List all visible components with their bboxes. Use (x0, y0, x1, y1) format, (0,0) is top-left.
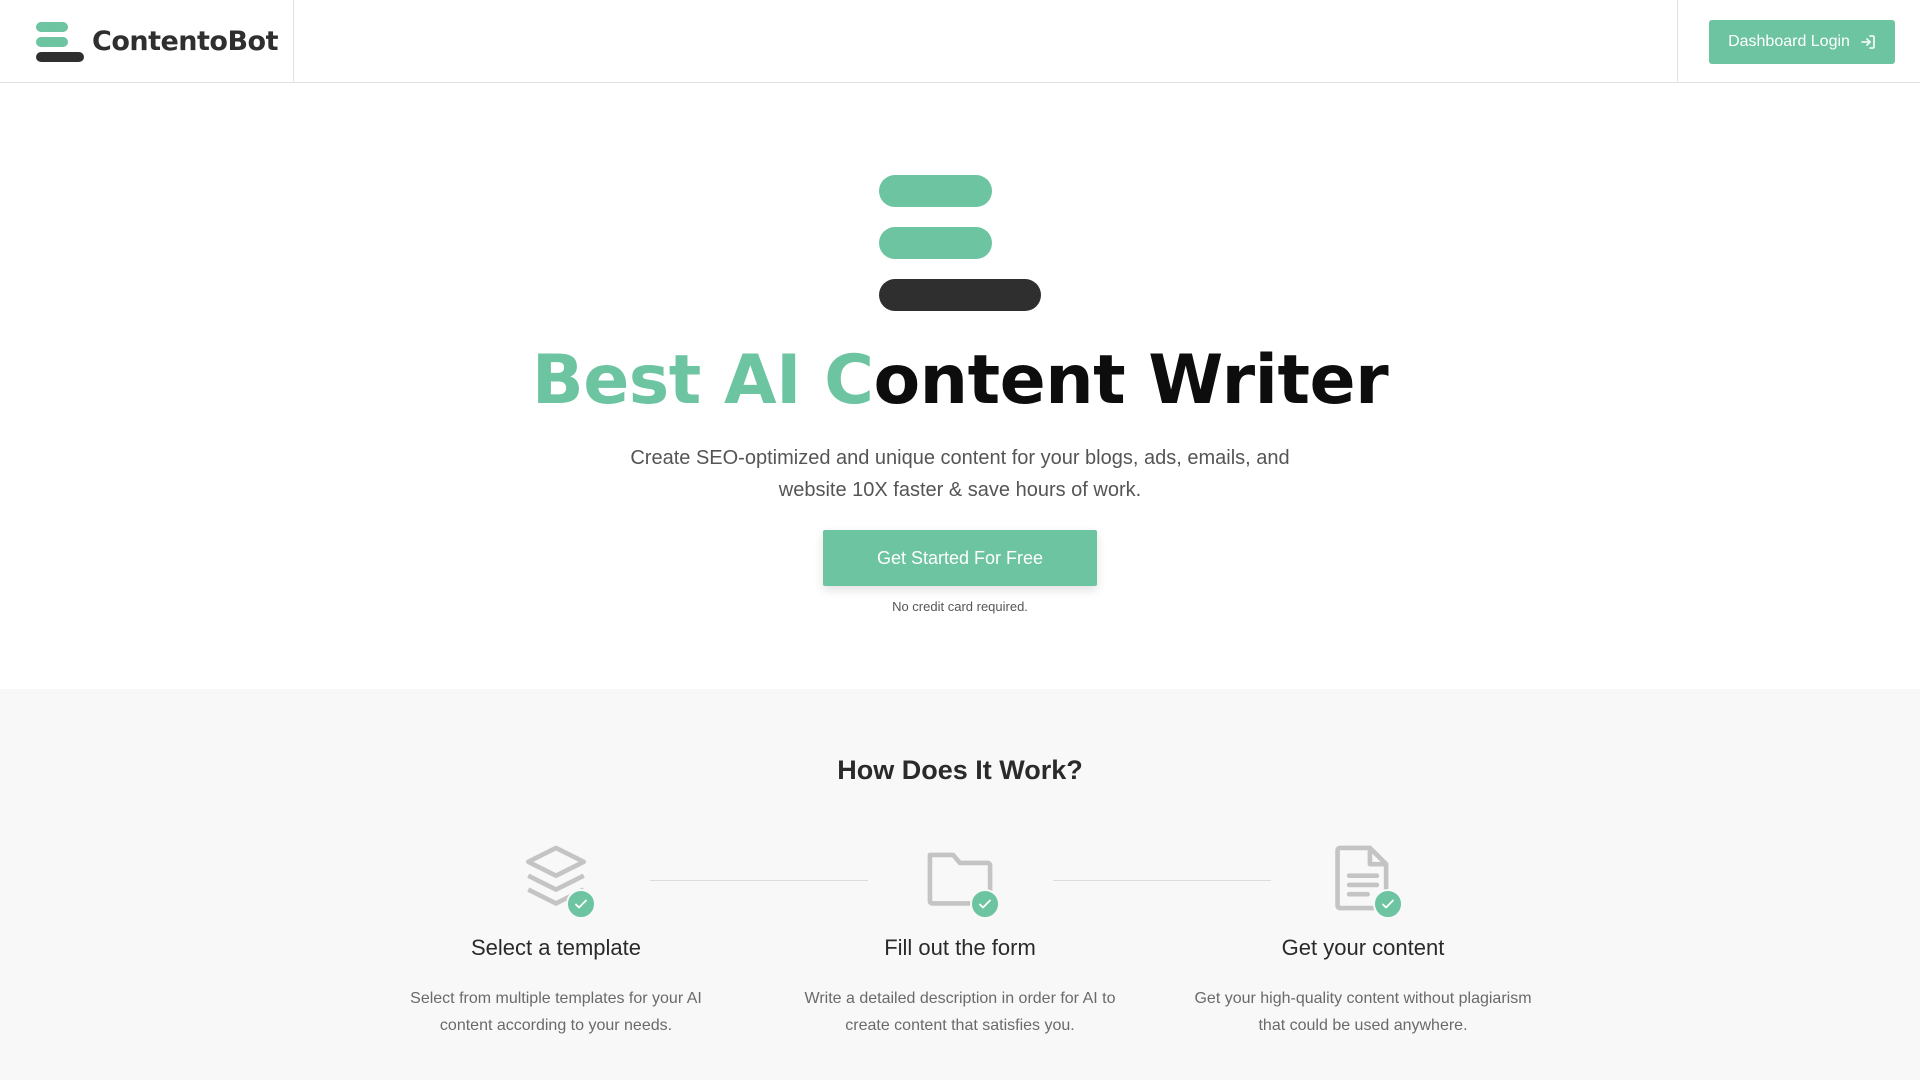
hero-logo-icon (879, 175, 1041, 311)
step-title: Fill out the form (884, 935, 1036, 960)
subtitle-line-2: website 10X faster & save hours of work. (778, 479, 1142, 501)
step-desc-line: that could be used anywhere. (1258, 1017, 1468, 1034)
dashboard-login-label: Dashboard Login (1728, 32, 1850, 50)
top-navbar: ContentoBot Dashboard Login (0, 0, 1920, 83)
get-started-button[interactable]: Get Started For Free (823, 530, 1097, 586)
step-get-content: Get your content Get your high-quality c… (1173, 841, 1553, 1039)
hero-headline: Best AI Content Writer (0, 340, 1920, 422)
no-credit-card-note: No credit card required. (892, 599, 1028, 614)
step-desc-line: create content that satisfies you. (845, 1017, 1075, 1034)
headline-accent: Best AI C (531, 341, 874, 420)
dashboard-login-button[interactable]: Dashboard Login (1709, 19, 1895, 64)
check-icon (566, 889, 596, 919)
step-title: Get your content (1281, 935, 1445, 960)
brand-logo-icon (34, 20, 86, 64)
hero-subtitle: Create SEO-optimized and unique content … (610, 442, 1310, 506)
step-desc-line: content according to your needs. (439, 1017, 673, 1034)
check-icon (1373, 889, 1403, 919)
document-icon (1323, 841, 1403, 921)
step-title: Select a template (471, 935, 641, 960)
how-it-works-title: How Does It Work? (837, 755, 1083, 785)
step-fill-form: Fill out the form Write a detailed descr… (770, 841, 1150, 1039)
nav-actions: Dashboard Login (1677, 0, 1920, 83)
brand[interactable]: ContentoBot (0, 0, 294, 83)
folder-icon (920, 841, 1000, 921)
sign-in-icon (1861, 34, 1875, 49)
subtitle-line-1: Create SEO-optimized and unique content … (630, 447, 1290, 469)
step-select-template: Select a template Select from multiple t… (366, 841, 746, 1039)
headline-rest: ontent Writer (873, 341, 1389, 420)
how-it-works-section: How Does It Work? Select a template Sele… (0, 689, 1920, 1080)
layers-icon (516, 841, 596, 921)
hero-section: Best AI Content Writer Create SEO-optimi… (0, 84, 1920, 689)
step-desc-line: Select from multiple templates for your … (410, 990, 702, 1007)
check-icon (970, 889, 1000, 919)
step-description: Write a detailed description in order fo… (770, 985, 1150, 1039)
step-desc-line: Write a detailed description in order fo… (804, 990, 1116, 1007)
step-description: Select from multiple templates for your … (366, 985, 746, 1039)
step-description: Get your high-quality content without pl… (1173, 985, 1553, 1039)
step-desc-line: Get your high-quality content without pl… (1194, 990, 1532, 1007)
brand-name: ContentoBot (92, 26, 279, 57)
